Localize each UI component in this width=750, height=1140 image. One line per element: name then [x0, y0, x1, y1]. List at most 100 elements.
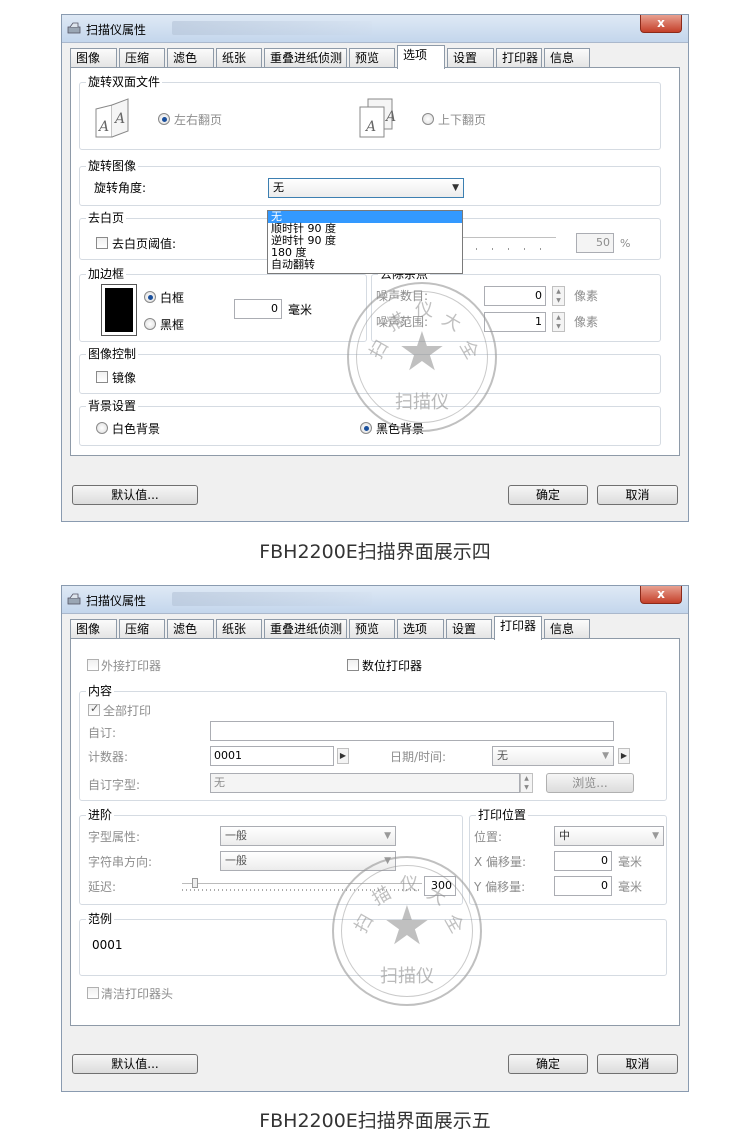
tab-options[interactable]: 选项 [397, 45, 445, 69]
y-offset-field[interactable]: 0 [554, 876, 612, 896]
browse-button[interactable]: 浏览... [546, 773, 634, 793]
counter-label: 计数器: [88, 750, 129, 764]
custom-font-scroll[interactable]: ▲ ▼ [520, 773, 533, 793]
datetime-select[interactable]: 无 ▼ [492, 746, 614, 766]
noise-count-field[interactable]: 0 [484, 286, 546, 306]
noise-count-spinner[interactable]: ▲ ▼ [552, 286, 565, 306]
threshold-slider[interactable] [460, 237, 556, 251]
print-position-label: 打印位置 [476, 808, 529, 822]
border-label: 加边框 [86, 267, 127, 281]
white-border-radio[interactable] [144, 291, 156, 303]
border-width-unit: 毫米 [288, 303, 313, 317]
noise-range-spinner[interactable]: ▲ ▼ [552, 312, 565, 332]
delay-slider-thumb[interactable] [192, 878, 198, 888]
tab-imprinter[interactable]: 打印器 [496, 48, 542, 68]
slider-ticks [460, 248, 556, 250]
white-background-radio[interactable] [96, 422, 108, 434]
tab-paper[interactable]: 纸张 [216, 48, 262, 68]
tab-imprinter[interactable]: 打印器 [494, 616, 542, 640]
black-background-radio[interactable] [360, 422, 372, 434]
custom-text-field[interactable] [210, 721, 614, 741]
flip-left-right-radio[interactable] [158, 113, 170, 125]
advanced-label: 进阶 [86, 808, 115, 822]
dropdown-option[interactable]: 自动翻转 [268, 259, 462, 271]
position-select[interactable]: 中 ▼ [554, 826, 664, 846]
rotation-angle-select[interactable]: 无 ▼ [268, 178, 464, 198]
rotation-angle-dropdown-list: 无 顺时针 90 度 逆时针 90 度 180 度 自动翻转 [267, 210, 463, 274]
tab-color-dropout[interactable]: 滤色 [167, 619, 214, 639]
default-button[interactable]: 默认值... [72, 1054, 198, 1074]
cancel-button[interactable]: 取消 [597, 1054, 678, 1074]
close-icon: x [657, 16, 665, 30]
ok-button[interactable]: 确定 [508, 485, 588, 505]
counter-field[interactable]: 0001 [210, 746, 334, 766]
window-title: 扫描仪属性 [86, 594, 147, 608]
content-group: 内容 全部打印 自订: 计数器: 0001 ▶ 日期/时间: 无 ▼ ▶ 自订字… [79, 684, 667, 801]
cancel-button[interactable]: 取消 [597, 485, 678, 505]
print-all-checkbox[interactable] [88, 702, 100, 716]
rotate-image-label: 旋转图像 [86, 159, 139, 173]
flip-top-bottom-icon: A A [359, 98, 396, 138]
border-preview [101, 284, 137, 336]
datetime-menu-button[interactable]: ▶ [618, 748, 630, 764]
flip-left-right-label: 左右翻页 [174, 113, 223, 127]
noise-count-value: 0 [535, 289, 542, 302]
title-bar[interactable]: 扫描仪属性 x [62, 586, 688, 614]
font-attribute-label: 字型属性: [88, 830, 141, 844]
delay-label: 延迟: [88, 880, 117, 894]
close-button[interactable]: x [640, 15, 682, 33]
tab-color-dropout[interactable]: 滤色 [167, 48, 214, 68]
datetime-label: 日期/时间: [390, 750, 447, 764]
tab-preview[interactable]: 预览 [349, 48, 395, 68]
font-attribute-select[interactable]: 一般 ▼ [220, 826, 396, 846]
mirror-checkbox[interactable] [96, 371, 108, 383]
x-offset-value: 0 [601, 854, 608, 867]
noise-range-unit: 像素 [574, 315, 599, 329]
threshold-value-field[interactable]: 50 [576, 233, 614, 253]
black-border-label: 黑框 [160, 318, 185, 332]
string-direction-value: 一般 [225, 854, 247, 867]
scanner-app-icon [67, 593, 81, 605]
blank-page-threshold-checkbox[interactable] [96, 237, 108, 249]
window-path-blurred [172, 21, 372, 35]
tab-preview[interactable]: 预览 [349, 619, 395, 639]
external-printer-label: 外接打印器 [101, 659, 162, 673]
ok-button[interactable]: 确定 [508, 1054, 588, 1074]
external-printer-checkbox[interactable] [87, 659, 99, 671]
tab-image[interactable]: 图像 [70, 48, 117, 68]
tab-multifeed-detection[interactable]: 重叠进纸侦测 [264, 48, 347, 68]
tab-settings[interactable]: 设置 [447, 48, 494, 68]
chevron-down-icon: ▼ [602, 751, 609, 761]
tab-multifeed-detection[interactable]: 重叠进纸侦测 [264, 619, 347, 639]
digital-printer-label: 数位打印器 [362, 659, 423, 673]
custom-font-value: 无 [214, 776, 225, 789]
tab-compression[interactable]: 压缩 [119, 48, 165, 68]
custom-font-field[interactable]: 无 [210, 773, 520, 793]
clean-printer-head-checkbox[interactable] [87, 987, 99, 999]
watermark-stamp: 扫 描 仪 大 全 ★ 扫描仪 [347, 282, 497, 432]
y-offset-value: 0 [601, 879, 608, 892]
border-width-field[interactable]: 0 [234, 299, 282, 319]
flip-top-bottom-radio[interactable] [422, 113, 434, 125]
tab-image[interactable]: 图像 [70, 619, 117, 639]
threshold-unit: % [620, 237, 631, 250]
tab-options[interactable]: 选项 [397, 619, 444, 639]
image-control-label: 图像控制 [86, 347, 139, 361]
tab-information[interactable]: 信息 [544, 48, 590, 68]
sample-value: 0001 [92, 938, 123, 952]
scanner-app-icon [67, 22, 81, 34]
black-border-radio[interactable] [144, 318, 156, 330]
counter-menu-button[interactable]: ▶ [337, 748, 349, 764]
counter-value: 0001 [214, 749, 242, 762]
tab-settings[interactable]: 设置 [446, 619, 492, 639]
tab-paper[interactable]: 纸张 [216, 619, 262, 639]
tab-compression[interactable]: 压缩 [119, 619, 165, 639]
stamp-arc-char: 仪 [400, 874, 418, 895]
title-bar[interactable]: 扫描仪属性 x [62, 15, 688, 43]
noise-count-unit: 像素 [574, 289, 599, 303]
digital-printer-checkbox[interactable] [347, 659, 359, 671]
tab-information[interactable]: 信息 [544, 619, 590, 639]
x-offset-field[interactable]: 0 [554, 851, 612, 871]
default-button[interactable]: 默认值... [72, 485, 198, 505]
close-button[interactable]: x [640, 586, 682, 604]
